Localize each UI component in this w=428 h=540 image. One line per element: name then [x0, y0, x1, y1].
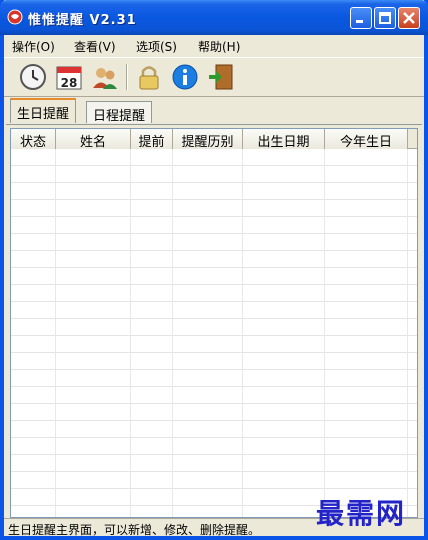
toolbar-separator [126, 64, 128, 90]
close-button[interactable] [398, 7, 420, 29]
menu-operate[interactable]: 操作(O) [12, 38, 55, 55]
menu-view[interactable]: 查看(V) [74, 38, 116, 55]
minimize-button[interactable] [350, 7, 372, 29]
title-bar[interactable]: 惟惟提醒 V2.31 [0, 0, 428, 35]
calendar-day: 28 [61, 76, 78, 90]
tab-strip: 生日提醒 日程提醒 [4, 97, 424, 125]
exit-door-icon [209, 64, 233, 90]
menu-options[interactable]: 选项(S) [136, 38, 177, 55]
clock-button[interactable] [18, 62, 48, 92]
menu-help[interactable]: 帮助(H) [198, 38, 240, 55]
lock-icon [139, 66, 159, 90]
exit-button[interactable] [206, 62, 236, 92]
tab-divider [6, 124, 422, 125]
status-text: 生日提醒主界面，可以新增、修改、删除提醒。 [8, 523, 261, 537]
info-icon [172, 64, 198, 90]
menu-bar: 操作(O) 查看(V) 选项(S) 帮助(H) [4, 35, 424, 57]
watermark: 最需网 [316, 497, 407, 530]
contacts-icon [93, 68, 117, 89]
close-icon [403, 12, 415, 24]
maximize-button[interactable] [374, 7, 396, 29]
column-name[interactable]: 姓名 [56, 129, 131, 150]
birthday-table[interactable]: 状态 姓名 提前 提醒历别 出生日期 今年生日 [10, 128, 418, 518]
column-birth-date[interactable]: 出生日期 [243, 129, 325, 150]
column-status[interactable]: 状态 [11, 129, 56, 150]
minimize-icon [356, 20, 363, 23]
column-calendar-type[interactable]: 提醒历别 [173, 129, 243, 150]
table-rows[interactable] [11, 149, 417, 517]
calendar-button[interactable]: 28 [54, 62, 84, 92]
column-this-year-birthday[interactable]: 今年生日 [325, 129, 408, 150]
column-advance[interactable]: 提前 [131, 129, 173, 150]
contacts-button[interactable] [90, 62, 120, 92]
app-window: 惟惟提醒 V2.31 操作(O) 查看(V) 选项(S) 帮助(H) 28 生日… [0, 0, 428, 540]
table-header: 状态 姓名 提前 提醒历别 出生日期 今年生日 [11, 129, 417, 150]
window-title: 惟惟提醒 V2.31 [28, 13, 137, 28]
calendar-icon: 28 [56, 66, 82, 90]
toolbar: 28 [4, 57, 424, 97]
maximize-icon [379, 12, 391, 24]
clock-icon [20, 64, 46, 90]
tab-schedule[interactable]: 日程提醒 [86, 101, 153, 124]
app-logo-icon [7, 9, 23, 25]
info-button[interactable] [170, 62, 200, 92]
lock-button[interactable] [134, 62, 164, 92]
tab-birthday[interactable]: 生日提醒 [10, 98, 77, 123]
